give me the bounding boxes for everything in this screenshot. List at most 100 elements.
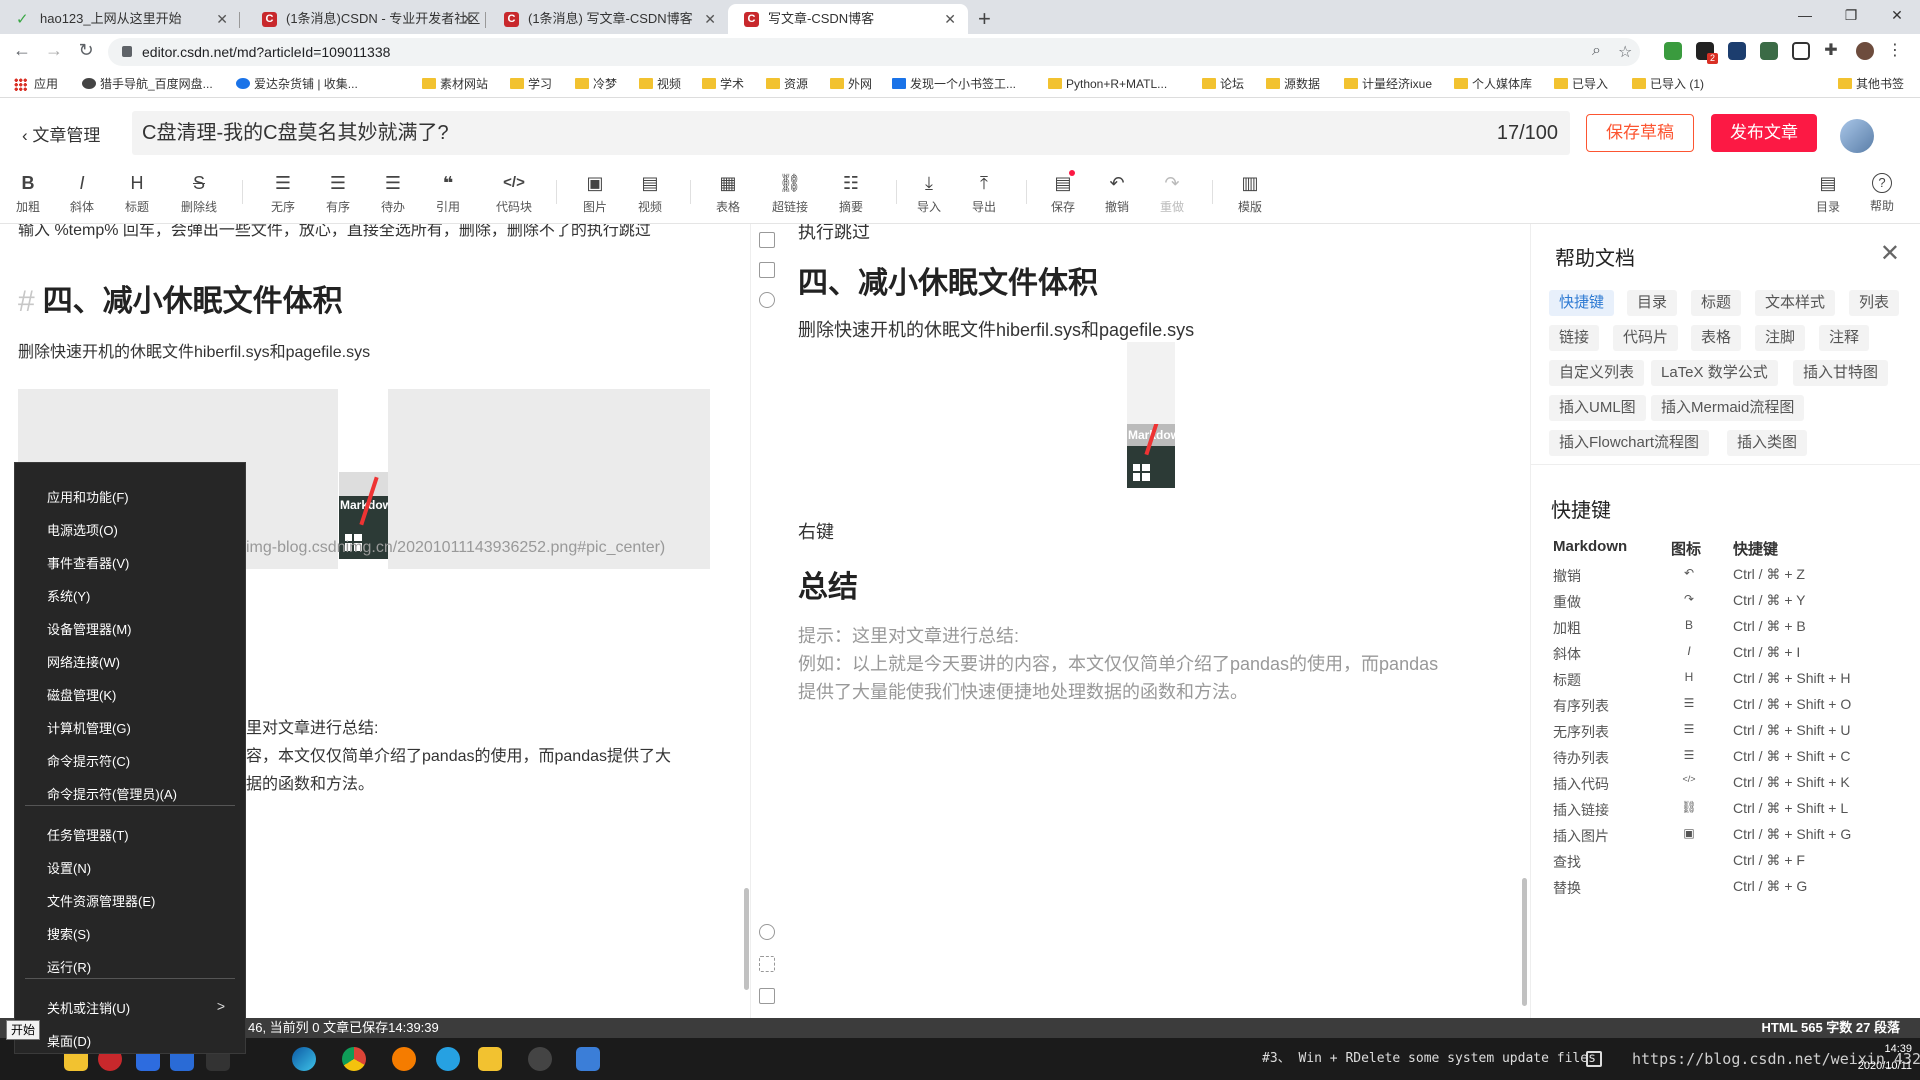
bookmark-folder[interactable]: 视频 — [637, 70, 681, 98]
system-clock[interactable]: 14:39 2020/10/11 — [1846, 1041, 1912, 1075]
search-app-icon[interactable] — [392, 1047, 416, 1071]
close-icon[interactable]: ✕ — [944, 4, 956, 34]
menu-item-settings[interactable]: 设置(N) — [47, 858, 91, 877]
menu-item-file-explorer[interactable]: 文件资源管理器(E) — [47, 891, 155, 910]
help-chip[interactable]: 自定义列表 — [1549, 360, 1645, 386]
save-draft-button[interactable]: 保存草稿 — [1586, 114, 1694, 152]
editor-scrollbar[interactable] — [744, 888, 749, 990]
menu-item-apps-features[interactable]: 应用和功能(F) — [47, 487, 129, 506]
bookmark-folder[interactable]: 已导入 (1) — [1630, 70, 1704, 98]
app-icon[interactable] — [576, 1047, 600, 1071]
menu-item-run[interactable]: 运行(R) — [47, 957, 91, 976]
save-button[interactable]: ▤ 保存 — [1039, 170, 1087, 215]
menu-item-device-manager[interactable]: 设备管理器(M) — [47, 619, 132, 638]
bookmark-folder[interactable]: 资源 — [764, 70, 808, 98]
table-button[interactable]: ▦ 表格 — [704, 172, 752, 215]
help-chip[interactable]: 表格 — [1691, 325, 1742, 351]
redo-button[interactable]: ↷ 重做 — [1148, 172, 1196, 215]
back-arrow-icon[interactable]: ← — [10, 40, 34, 61]
extension-icon[interactable] — [1760, 42, 1778, 60]
quote-button[interactable]: ❝ 引用 — [424, 172, 472, 215]
help-chip[interactable]: 链接 — [1549, 325, 1600, 351]
fullscreen-icon[interactable] — [759, 956, 775, 972]
bookmark-item[interactable]: 发现一个小书签工... — [890, 70, 1016, 98]
settings-gear-icon[interactable] — [528, 1047, 552, 1071]
template-button[interactable]: ▥ 模版 — [1226, 172, 1274, 215]
article-title-input[interactable]: C盘清理-我的C盘莫名其妙就满了? 17/100 — [132, 111, 1570, 155]
bookmark-folder-other[interactable]: 其他书签 — [1836, 70, 1904, 98]
help-chip[interactable]: 文本样式 — [1755, 290, 1836, 316]
sync-scroll-icon[interactable] — [759, 924, 775, 940]
help-chip[interactable]: 标题 — [1691, 290, 1742, 316]
menu-item-desktop[interactable]: 桌面(D) — [47, 1031, 91, 1050]
italic-button[interactable]: I 斜体 — [58, 172, 106, 215]
chrome-icon[interactable] — [342, 1047, 366, 1071]
new-tab-button[interactable]: + — [978, 4, 991, 34]
import-button[interactable]: ⤓ 导入 — [905, 172, 953, 215]
bookmark-folder[interactable]: Python+R+MATL... — [1046, 70, 1167, 98]
code-block-button[interactable]: </> 代码块 — [486, 172, 542, 215]
reload-icon[interactable]: ↻ — [74, 40, 98, 61]
bookmark-folder[interactable]: 学术 — [700, 70, 744, 98]
close-icon[interactable]: ✕ — [704, 4, 716, 34]
forward-arrow-icon[interactable]: → — [42, 40, 66, 61]
help-chip[interactable]: 注脚 — [1755, 325, 1806, 351]
app-icon[interactable] — [436, 1047, 460, 1071]
help-chip[interactable]: 插入Mermaid流程图 — [1651, 395, 1805, 421]
video-button[interactable]: ▤ 视频 — [626, 172, 674, 215]
menu-item-network[interactable]: 网络连接(W) — [47, 652, 120, 671]
profile-avatar[interactable] — [1856, 42, 1874, 60]
unordered-list-button[interactable]: ☰ 无序 — [259, 172, 307, 215]
image-button[interactable]: ▣ 图片 — [571, 172, 619, 215]
extension-icon[interactable] — [1664, 42, 1682, 60]
extension-icon[interactable] — [1728, 42, 1746, 60]
article-management-link[interactable]: ‹ 文章管理 — [22, 121, 100, 146]
menu-item-task-manager[interactable]: 任务管理器(T) — [47, 825, 129, 844]
close-icon[interactable]: ✕ — [216, 4, 228, 34]
window-close-icon[interactable]: ✕ — [1874, 0, 1920, 30]
help-button[interactable]: ? 帮助 — [1858, 172, 1906, 214]
bookmark-folder[interactable]: 个人媒体库 — [1452, 70, 1532, 98]
preview-scrollbar[interactable] — [1522, 878, 1527, 1006]
help-chip[interactable]: 代码片 — [1613, 325, 1679, 351]
browser-tab-write-article-active[interactable]: C 写文章-CSDN博客 ✕ — [728, 4, 968, 34]
zoom-icon[interactable]: ⌕ — [1592, 42, 1601, 60]
preview-eye-icon[interactable] — [759, 292, 775, 308]
article-title-value[interactable]: C盘清理-我的C盘莫名其妙就满了? — [142, 111, 449, 155]
grid-icon[interactable] — [1586, 1051, 1602, 1067]
bookmark-folder[interactable]: 论坛 — [1200, 70, 1244, 98]
edge-icon[interactable] — [292, 1047, 316, 1071]
folder-icon[interactable] — [478, 1047, 502, 1071]
help-chip[interactable]: 目录 — [1627, 290, 1678, 316]
help-chip[interactable]: LaTeX 数学公式 — [1651, 360, 1778, 386]
menu-item-system[interactable]: 系统(Y) — [47, 586, 90, 605]
puzzle-icon[interactable]: ✚ — [1822, 42, 1840, 60]
hyperlink-button[interactable]: ⛓ 超链接 — [766, 172, 814, 215]
bookmark-folder[interactable]: 素材网站 — [420, 70, 488, 98]
menu-item-event-viewer[interactable]: 事件查看器(V) — [47, 553, 129, 572]
bookmark-folder[interactable]: 外网 — [828, 70, 872, 98]
close-icon[interactable]: ✕ — [462, 4, 474, 34]
bookmark-folder[interactable]: 已导入 — [1552, 70, 1608, 98]
menu-item-computer-management[interactable]: 计算机管理(G) — [47, 718, 131, 737]
browser-tab-write-article-1[interactable]: C (1条消息) 写文章-CSDN博客 ✕ — [488, 4, 728, 34]
heading-button[interactable]: H 标题 — [113, 172, 161, 215]
browser-tab-hao123[interactable]: ✓ hao123_上网从这里开始 ✕ — [0, 4, 240, 34]
bookmark-item[interactable]: 猎手导航_百度网盘... — [80, 70, 213, 98]
menu-item-command-prompt-admin[interactable]: 命令提示符(管理员)(A) — [47, 784, 177, 803]
help-chip[interactable]: 注释 — [1819, 325, 1870, 351]
minimize-icon[interactable]: — — [1782, 0, 1828, 30]
help-chip[interactable]: 插入Flowchart流程图 — [1549, 430, 1710, 456]
help-chip[interactable]: 列表 — [1849, 290, 1900, 316]
ordered-list-button[interactable]: ☰ 有序 — [314, 172, 362, 215]
restore-icon[interactable]: ❐ — [1828, 0, 1874, 30]
strikethrough-button[interactable]: S 删除线 — [175, 172, 223, 215]
menu-item-command-prompt[interactable]: 命令提示符(C) — [47, 751, 130, 770]
menu-item-disk-management[interactable]: 磁盘管理(K) — [47, 685, 116, 704]
url-text[interactable]: editor.csdn.net/md?articleId=109011338 — [142, 38, 390, 66]
bookmark-folder[interactable]: 计量经济ixue — [1342, 70, 1432, 98]
bookmark-star-icon[interactable]: ☆ — [1618, 42, 1632, 62]
bookmark-folder[interactable]: 冷梦 — [573, 70, 617, 98]
menu-item-shutdown[interactable]: 关机或注销(U) > — [47, 998, 237, 1017]
bookmark-item[interactable]: 爱达杂货铺 | 收集... — [234, 70, 358, 98]
